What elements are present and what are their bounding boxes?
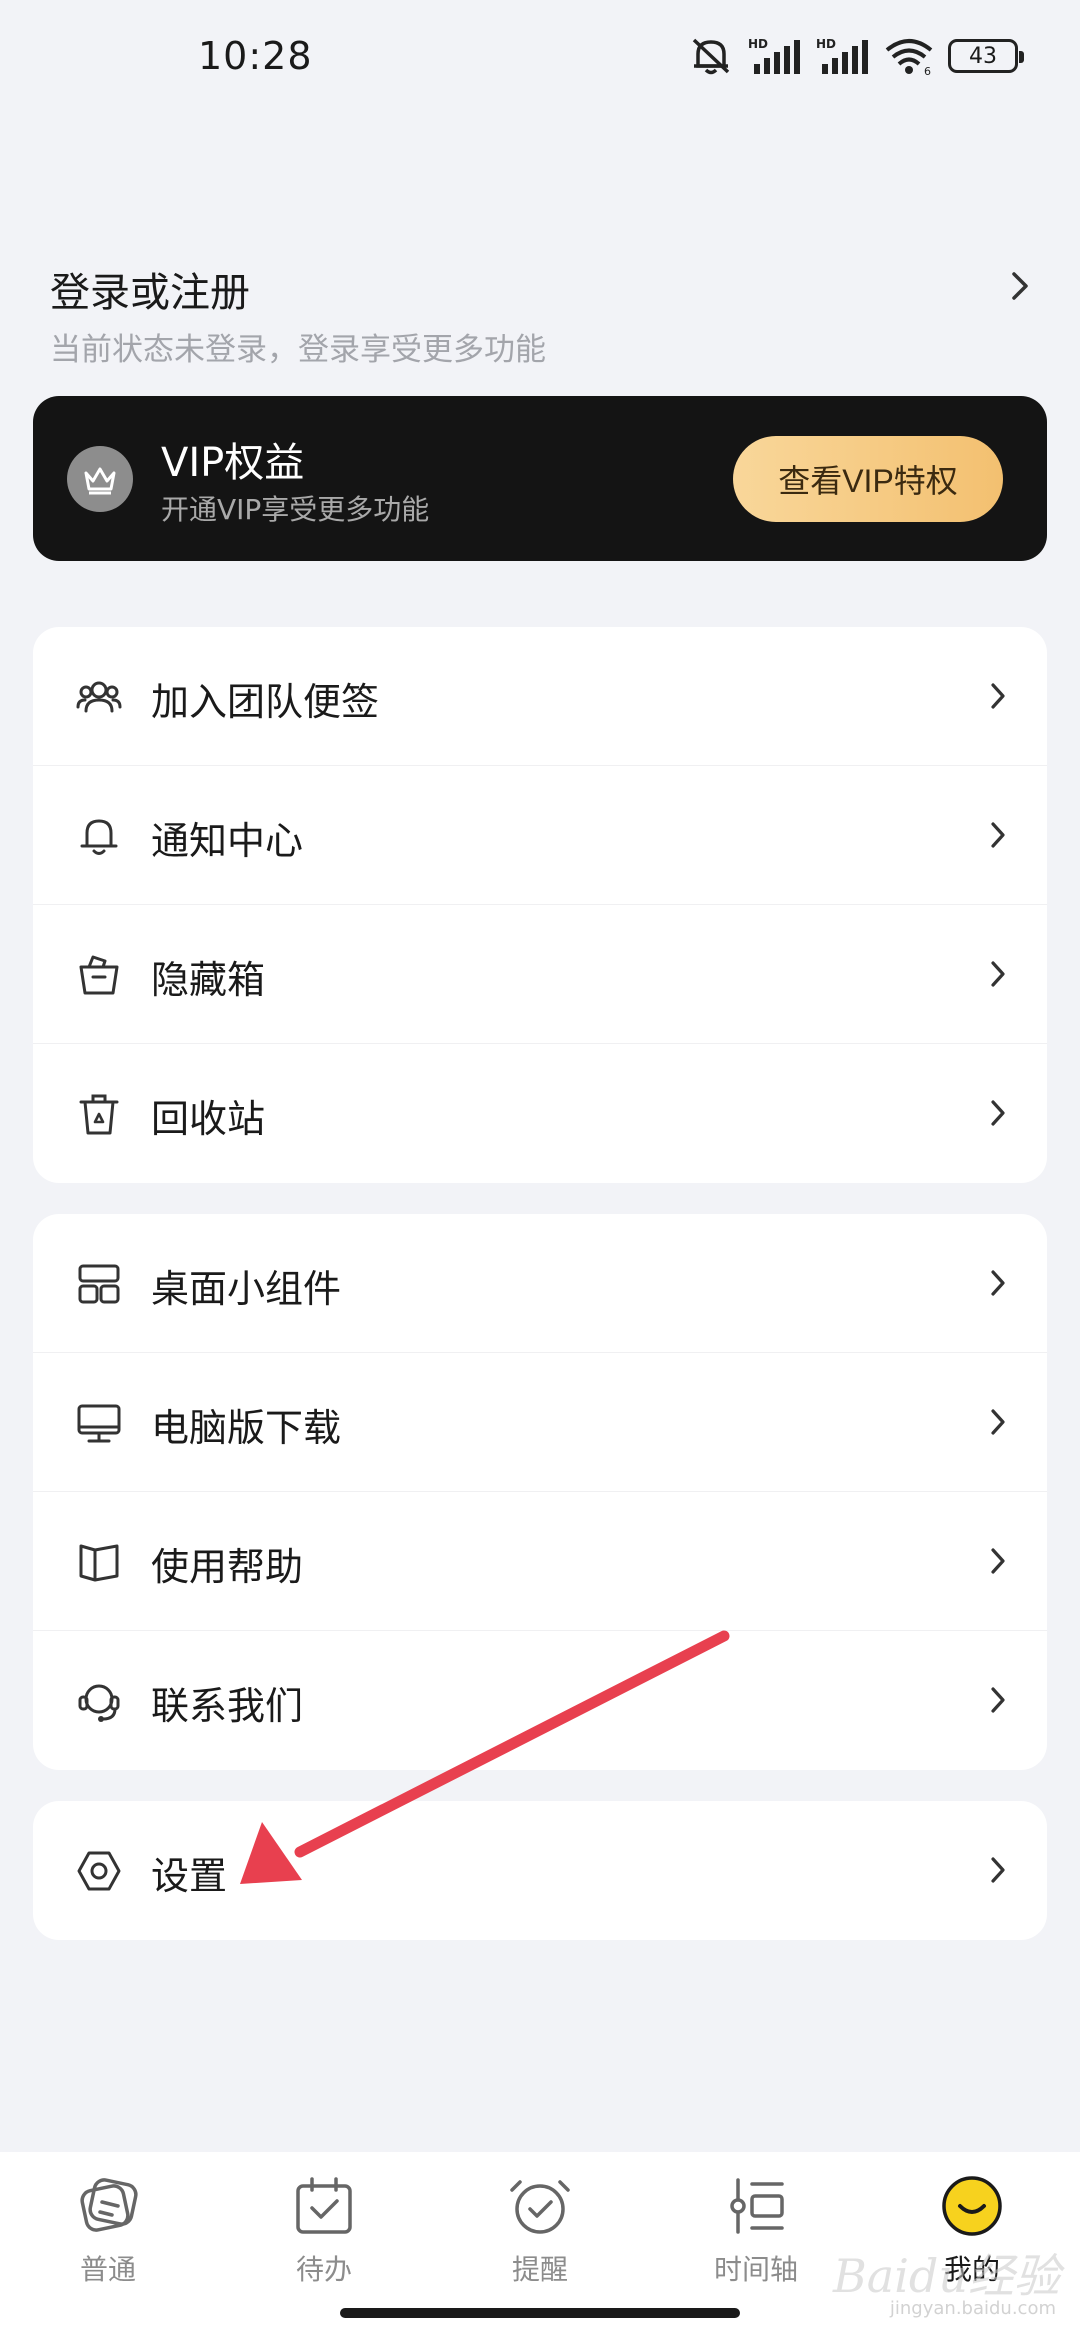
profile-face-icon: [942, 2176, 1002, 2236]
menu-item-label: 使用帮助: [151, 1545, 304, 1589]
menu-item-help[interactable]: 使用帮助: [33, 1492, 1047, 1631]
menu-item-label: 电脑版下载: [151, 1406, 342, 1450]
menu-group-3: 设置: [33, 1801, 1047, 1940]
wifi-icon: 6: [885, 39, 933, 76]
hidden-box-icon: [79, 955, 119, 995]
status-icons: HD HD 6 43: [688, 36, 1024, 76]
chevron-right-icon: [991, 1687, 1005, 1713]
bell-icon: [80, 819, 118, 855]
timeline-icon: [730, 2178, 784, 2234]
chevron-right-icon: [991, 1548, 1005, 1574]
svg-text:HD: HD: [816, 37, 836, 51]
chevron-right-icon: [991, 1857, 1005, 1883]
watermark-url: jingyan.baidu.com: [889, 2298, 1056, 2319]
nav-tab-label: 提醒: [511, 2253, 568, 2286]
nav-tab-label: 普通: [79, 2253, 136, 2286]
menu-item-join-team[interactable]: 加入团队便签: [33, 627, 1047, 766]
menu-item-label: 回收站: [151, 1097, 266, 1141]
widget-icon: [78, 1264, 120, 1304]
nav-tab-label: 时间轴: [713, 2253, 798, 2286]
svg-text:HD: HD: [748, 37, 768, 51]
menu-item-contact-us[interactable]: 联系我们: [33, 1631, 1047, 1770]
vip-card[interactable]: VIP权益 开通VIP享受更多功能 查看VIP特权: [33, 396, 1047, 561]
vip-title: VIP权益: [161, 440, 305, 486]
menu-item-label: 加入团队便签: [151, 680, 380, 724]
note-icon: [80, 2178, 138, 2232]
menu-item-settings[interactable]: 设置: [33, 1801, 1047, 1940]
status-bar: 10:28 HD HD 6 43: [0, 0, 1080, 120]
menu-item-label: 隐藏箱: [151, 958, 266, 1002]
desktop-icon: [77, 1404, 121, 1443]
menu-item-hidden-box[interactable]: 隐藏箱: [33, 905, 1047, 1044]
chevron-right-icon: [991, 1100, 1005, 1126]
login-subtitle: 当前状态未登录，登录享受更多功能: [50, 332, 546, 368]
watermark-brand: Baidu经验: [832, 2249, 1060, 2303]
home-indicator[interactable]: [340, 2308, 740, 2318]
svg-text:6: 6: [924, 65, 931, 76]
nav-tab-normal[interactable]: 普通: [33, 2174, 183, 2294]
nav-tab-label: 待办: [295, 2253, 352, 2286]
login-title: 登录或注册: [50, 270, 250, 316]
chevron-right-icon: [1012, 272, 1028, 300]
menu-item-label: 桌面小组件: [151, 1267, 342, 1311]
settings-icon: [77, 1851, 121, 1891]
todo-icon: [296, 2177, 352, 2234]
nav-tab-reminder[interactable]: 提醒: [465, 2174, 615, 2294]
chevron-right-icon: [991, 1409, 1005, 1435]
hd-signal-icon: HD: [748, 37, 800, 74]
vip-subtitle: 开通VIP享受更多功能: [161, 493, 430, 526]
login-register-row[interactable]: 登录或注册 当前状态未登录，登录享受更多功能: [50, 250, 1030, 370]
headset-icon: [78, 1684, 120, 1722]
menu-item-desktop-widget[interactable]: 桌面小组件: [33, 1214, 1047, 1353]
alarm-icon: [510, 2180, 570, 2234]
menu-item-label: 通知中心: [151, 819, 304, 863]
mute-icon: [692, 38, 730, 75]
menu-item-notification-center[interactable]: 通知中心: [33, 766, 1047, 905]
recycle-bin-icon: [79, 1094, 119, 1135]
menu-item-label: 设置: [151, 1854, 228, 1898]
help-book-icon: [79, 1544, 119, 1582]
chevron-right-icon: [991, 961, 1005, 987]
chevron-right-icon: [991, 1270, 1005, 1296]
chevron-right-icon: [991, 683, 1005, 709]
menu-item-desktop-download[interactable]: 电脑版下载: [33, 1353, 1047, 1492]
menu-item-label: 联系我们: [151, 1684, 304, 1728]
status-time: 10:28: [198, 34, 313, 78]
menu-item-recycle-bin[interactable]: 回收站: [33, 1044, 1047, 1183]
nav-tab-timeline[interactable]: 时间轴: [681, 2174, 831, 2294]
nav-tab-todo[interactable]: 待办: [249, 2174, 399, 2294]
profile-page: 10:28 HD HD 6 43 登录或注册 当前状态未登录，登录享受更多功能 …: [0, 0, 1080, 2340]
hd-signal-icon: HD: [816, 37, 868, 74]
menu-group-2: 桌面小组件 电脑版下载 使用帮助 联系我们: [33, 1214, 1047, 1770]
view-vip-privileges-button[interactable]: 查看VIP特权: [733, 436, 1003, 522]
menu-group-1: 加入团队便签 通知中心 隐藏箱 回收站: [33, 627, 1047, 1183]
chevron-right-icon: [991, 822, 1005, 848]
team-icon: [76, 681, 122, 713]
crown-icon: [67, 446, 133, 512]
battery-icon: 43: [948, 39, 1024, 73]
